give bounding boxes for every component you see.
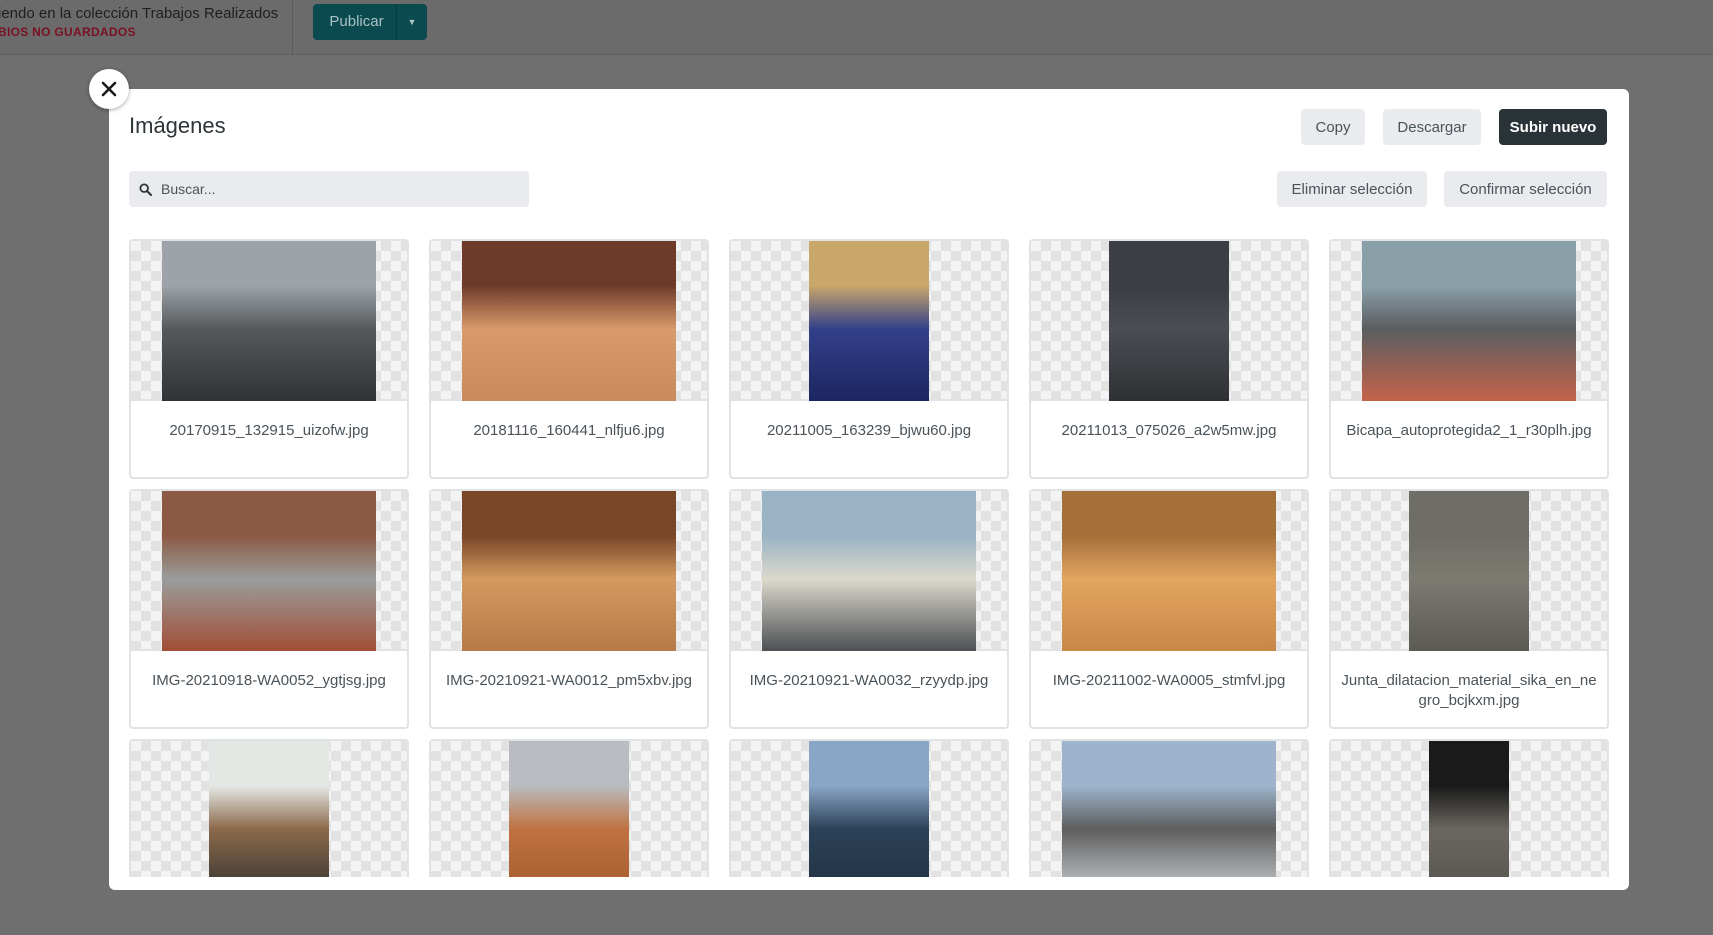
- search-icon: [139, 182, 152, 196]
- image-filename: IMG-20210921-WA0012_pm5xbv.jpg: [446, 672, 692, 689]
- image-preview: [1062, 491, 1276, 651]
- copy-button[interactable]: Copy: [1301, 109, 1365, 145]
- image-thumbnail: [731, 491, 1007, 651]
- upload-new-button[interactable]: Subir nuevo: [1499, 109, 1607, 145]
- image-filename: IMG-20210921-WA0032_rzyydp.jpg: [749, 672, 989, 689]
- collection-status-text: iendo en la colección Trabajos Realizado…: [0, 5, 279, 22]
- image-thumbnail: [1031, 241, 1307, 401]
- image-thumbnail: [431, 241, 707, 401]
- image-preview: [462, 491, 676, 651]
- image-card[interactable]: IMG-20211002-WA0005_stmfvl.jpg: [1029, 489, 1309, 729]
- image-card[interactable]: 20170915_132915_uizofw.jpg: [129, 239, 409, 479]
- image-preview: [1362, 241, 1576, 401]
- collection-status: iendo en la colección Trabajos Realizado…: [0, 4, 278, 41]
- image-card[interactable]: [729, 739, 1009, 877]
- image-preview: [162, 241, 376, 401]
- image-preview: [162, 491, 376, 651]
- search-input[interactable]: [161, 181, 501, 197]
- unsaved-changes-label: BIOS NO GUARDADOS: [0, 25, 136, 39]
- image-card[interactable]: [1029, 739, 1309, 877]
- image-card[interactable]: Junta_dilatacion_material_sika_en_negro_…: [1329, 489, 1609, 729]
- image-preview: [209, 741, 329, 877]
- image-preview: [1429, 741, 1509, 877]
- image-card[interactable]: 20181116_160441_nlfju6.jpg: [429, 239, 709, 479]
- image-card[interactable]: 20211013_075026_a2w5mw.jpg: [1029, 239, 1309, 479]
- image-thumbnail: [1331, 241, 1607, 401]
- media-library-modal: Imágenes Copy Descargar Subir nuevo Elim…: [109, 89, 1629, 890]
- image-thumbnail: [431, 491, 707, 651]
- search-field[interactable]: [129, 171, 529, 207]
- image-card[interactable]: Bicapa_autoprotegida2_1_r30plh.jpg: [1329, 239, 1609, 479]
- publish-label: Publicar: [313, 4, 397, 40]
- close-icon: [101, 81, 117, 97]
- image-filename: Junta_dilatacion_material_sika_en_negro_…: [1341, 672, 1597, 709]
- image-thumbnail: [1031, 491, 1307, 651]
- top-bar: iendo en la colección Trabajos Realizado…: [0, 0, 1713, 55]
- close-modal-button[interactable]: [89, 69, 129, 109]
- image-filename: 20181116_160441_nlfju6.jpg: [473, 422, 665, 439]
- image-preview: [762, 491, 976, 651]
- image-thumbnail: [431, 741, 707, 877]
- image-thumbnail: [731, 241, 1007, 401]
- delete-selection-button[interactable]: Eliminar selección: [1277, 171, 1427, 207]
- image-filename: 20170915_132915_uizofw.jpg: [169, 422, 369, 439]
- image-preview: [462, 241, 676, 401]
- image-filename: IMG-20211002-WA0005_stmfvl.jpg: [1052, 672, 1286, 689]
- image-card[interactable]: IMG-20210921-WA0032_rzyydp.jpg: [729, 489, 1009, 729]
- image-thumbnail: [131, 491, 407, 651]
- image-thumbnail: [131, 241, 407, 401]
- image-preview: [809, 741, 929, 877]
- modal-title: Imágenes: [129, 113, 226, 138]
- image-thumbnail: [731, 741, 1007, 877]
- image-preview: [509, 741, 629, 877]
- image-filename: Bicapa_autoprotegida2_1_r30plh.jpg: [1346, 422, 1592, 439]
- image-preview: [1109, 241, 1229, 401]
- image-grid: 20170915_132915_uizofw.jpg 20181116_16044…: [129, 239, 1609, 877]
- image-preview: [1409, 491, 1529, 651]
- image-thumbnail: [1031, 741, 1307, 877]
- download-button[interactable]: Descargar: [1383, 109, 1481, 145]
- publish-button[interactable]: Publicar ▼: [313, 4, 427, 40]
- image-filename: IMG-20210918-WA0052_ygtjsg.jpg: [152, 672, 386, 689]
- image-card[interactable]: IMG-20210918-WA0052_ygtjsg.jpg: [129, 489, 409, 729]
- image-card[interactable]: [429, 739, 709, 877]
- image-thumbnail: [131, 741, 407, 877]
- image-filename: 20211005_163239_bjwu60.jpg: [766, 422, 972, 439]
- image-thumbnail: [1331, 491, 1607, 651]
- image-preview: [1062, 741, 1276, 877]
- image-card[interactable]: IMG-20210921-WA0012_pm5xbv.jpg: [429, 489, 709, 729]
- image-preview: [809, 241, 929, 401]
- toolbar-divider: [292, 0, 293, 55]
- image-thumbnail: [1331, 741, 1607, 877]
- image-card[interactable]: [1329, 739, 1609, 877]
- chevron-down-icon[interactable]: ▼: [397, 17, 427, 27]
- image-card[interactable]: [129, 739, 409, 877]
- image-card[interactable]: 20211005_163239_bjwu60.jpg: [729, 239, 1009, 479]
- image-filename: 20211013_075026_a2w5mw.jpg: [1061, 422, 1277, 439]
- confirm-selection-button[interactable]: Confirmar selección: [1444, 171, 1607, 207]
